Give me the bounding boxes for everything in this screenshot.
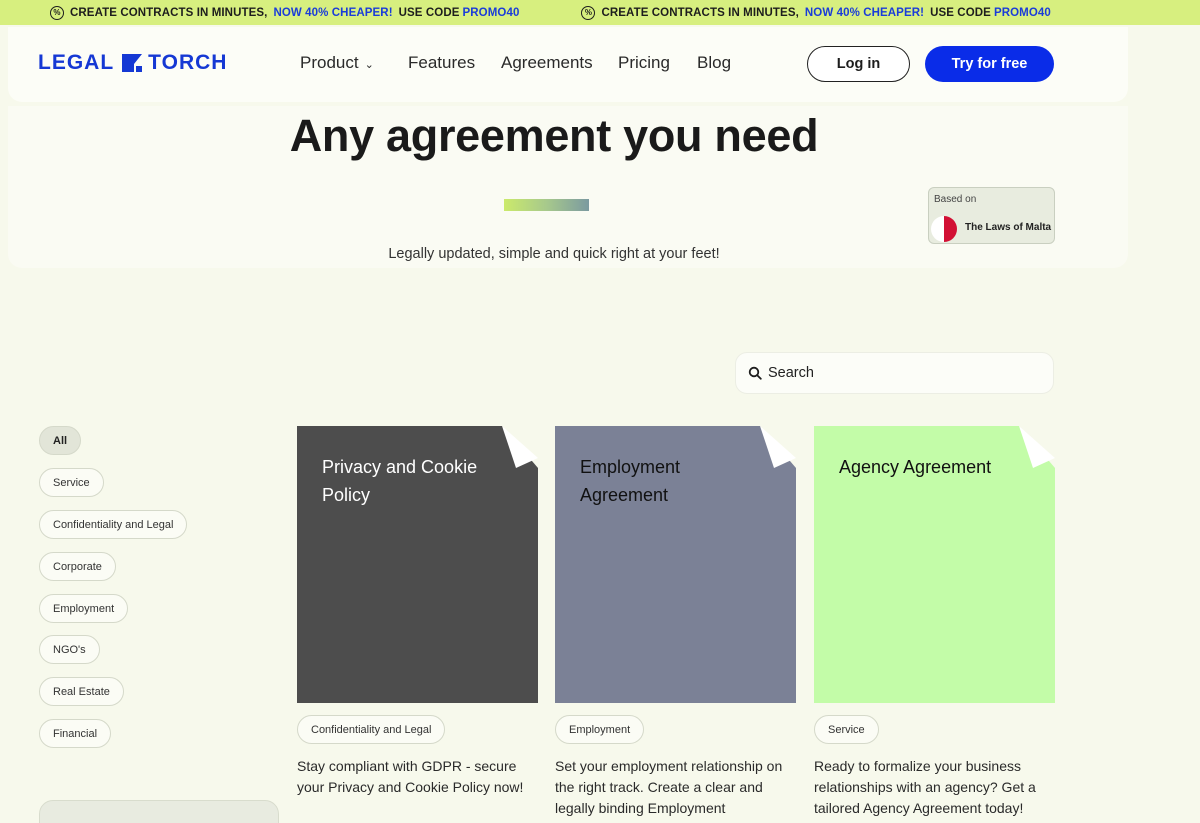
nav-features[interactable]: Features xyxy=(408,53,501,73)
card-tag[interactable]: Employment xyxy=(555,715,645,744)
category-real-estate[interactable]: Real Estate xyxy=(39,677,124,706)
hero-section: Any agreement you need Legally updated, … xyxy=(8,106,1128,268)
logo-text-left: LEGAL xyxy=(38,51,115,74)
category-employment[interactable]: Employment xyxy=(39,594,129,623)
search-icon xyxy=(748,366,762,380)
promo-text-mid: USE CODE xyxy=(398,6,460,19)
search-box[interactable] xyxy=(735,352,1054,394)
malta-flag-icon xyxy=(931,216,957,242)
nav-pricing[interactable]: Pricing xyxy=(618,53,697,73)
page-fold-icon xyxy=(760,426,796,468)
site-header: LEGAL TORCH Product ⌄ Features Agreement… xyxy=(8,27,1128,102)
category-confidentiality[interactable]: Confidentiality and Legal xyxy=(39,510,188,539)
agreement-card[interactable]: Employment Agreement Employment Set your… xyxy=(555,426,796,823)
card-title: Employment Agreement xyxy=(580,457,681,505)
promo-highlight: NOW 40% CHEAPER! xyxy=(804,6,925,19)
card-document[interactable]: Privacy and Cookie Policy xyxy=(297,426,538,703)
category-corporate[interactable]: Corporate xyxy=(39,552,116,581)
nav-product-label: Product xyxy=(300,53,359,72)
promo-text: CREATE CONTRACTS IN MINUTES, xyxy=(601,6,799,19)
agreement-card[interactable]: Privacy and Cookie Policy Confidentialit… xyxy=(297,426,538,795)
card-tag[interactable]: Confidentiality and Legal xyxy=(297,715,446,744)
card-title: Agency Agreement xyxy=(839,457,992,477)
badge-country: The Laws of Malta xyxy=(965,222,1052,233)
agreement-card[interactable]: Agency Agreement Service Ready to formal… xyxy=(814,426,1055,816)
torch-logo-icon xyxy=(122,54,143,72)
search-input[interactable] xyxy=(768,365,1018,381)
card-description: Set your employment relationship on the … xyxy=(555,758,783,823)
promo-text-mid: USE CODE xyxy=(930,6,991,19)
card-document[interactable]: Employment Agreement xyxy=(555,426,796,703)
card-tag[interactable]: Service xyxy=(814,715,879,744)
jurisdiction-badge: Based on The Laws of Malta xyxy=(928,187,1055,244)
main-nav: Product ⌄ Features Agreements Pricing Bl… xyxy=(300,53,731,73)
try-for-free-button[interactable]: Try for free xyxy=(925,46,1054,82)
promo-text: CREATE CONTRACTS IN MINUTES, xyxy=(70,6,268,19)
discount-icon: % xyxy=(581,5,596,20)
hero-gradient-bar xyxy=(504,199,589,211)
nav-product[interactable]: Product ⌄ xyxy=(300,53,408,73)
category-financial[interactable]: Financial xyxy=(39,719,112,748)
logo-text-right: TORCH xyxy=(148,51,228,74)
discount-icon: % xyxy=(50,5,64,20)
page-fold-icon xyxy=(1019,426,1055,468)
page-fold-icon xyxy=(502,426,538,468)
nav-blog[interactable]: Blog xyxy=(697,53,731,73)
category-all[interactable]: All xyxy=(39,426,82,455)
promo-highlight: NOW 40% CHEAPER! xyxy=(273,6,393,19)
badge-label: Based on xyxy=(934,194,977,205)
page-title: Any agreement you need xyxy=(289,110,819,161)
card-title: Privacy and Cookie Policy xyxy=(322,457,478,505)
chevron-down-icon: ⌄ xyxy=(364,58,374,71)
promo-code: PROMO40 xyxy=(462,6,520,19)
promo-banner: % CREATE CONTRACTS IN MINUTES, NOW 40% C… xyxy=(0,0,1200,25)
login-button[interactable]: Log in xyxy=(807,46,910,82)
logo[interactable]: LEGAL TORCH xyxy=(38,51,227,75)
category-ngos[interactable]: NGO's xyxy=(39,635,100,664)
promo-item: % CREATE CONTRACTS IN MINUTES, NOW 40% C… xyxy=(50,5,520,20)
category-service[interactable]: Service xyxy=(39,468,104,497)
promo-item: % CREATE CONTRACTS IN MINUTES, NOW 40% C… xyxy=(581,5,1051,20)
card-description: Stay compliant with GDPR - secure your P… xyxy=(297,758,524,795)
card-description: Ready to formalize your business relatio… xyxy=(814,758,1036,816)
promo-code: PROMO40 xyxy=(993,6,1051,19)
hero-subtitle: Legally updated, simple and quick right … xyxy=(388,246,720,262)
card-document[interactable]: Agency Agreement xyxy=(814,426,1055,703)
nav-agreements[interactable]: Agreements xyxy=(501,53,618,73)
sidebar-panel xyxy=(39,800,279,823)
